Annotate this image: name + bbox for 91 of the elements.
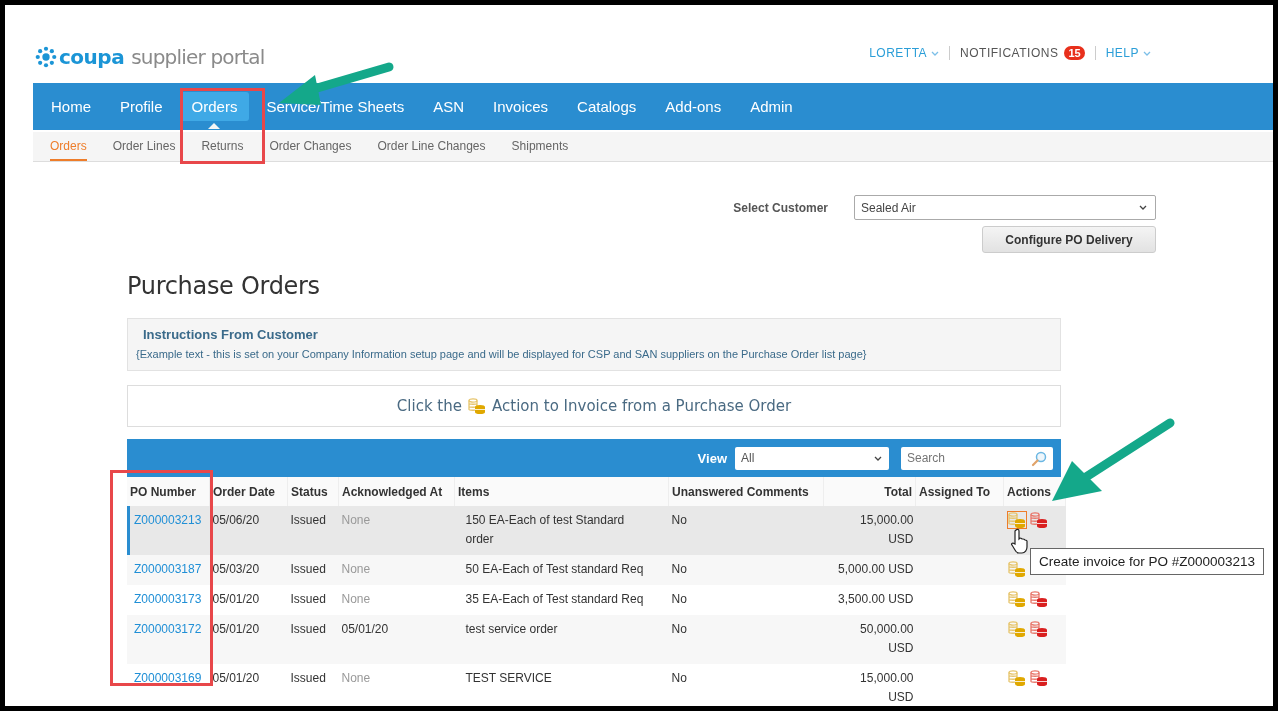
hint-text: Click the [396,397,462,415]
column-header[interactable]: Total [823,477,916,506]
table-cell: 50 EA-Each of Test standard Req [465,562,644,576]
create-invoice-icon[interactable] [1006,590,1027,608]
table-cell: 15,000.00 USD [860,513,914,546]
flip-invoice-icon[interactable] [1028,590,1049,608]
nav-tab[interactable]: Add-ons [653,92,734,121]
field-label: Select Customer [733,200,828,215]
nav-tab[interactable]: Profile [108,92,175,121]
subnav-tab[interactable]: Order Changes [269,132,352,161]
coins-icon [468,398,486,414]
flip-invoice-icon[interactable] [1028,620,1049,638]
view-label: View [697,450,727,466]
create-invoice-icon[interactable] [1006,560,1027,578]
nav-tab[interactable]: Admin [738,92,805,121]
instructions-title: Instructions From Customer [143,327,319,342]
customer-select[interactable]: Sealed Air [854,195,1156,220]
logo-icon [35,46,57,68]
subnav-tab[interactable]: Shipments [511,132,569,161]
search-field[interactable]: Search [901,446,1053,470]
create-invoice-icon[interactable] [1006,669,1027,687]
table-cell: TEST SERVICE [465,671,552,685]
create-invoice-icon[interactable] [1006,511,1027,529]
notification-count: 15 [1064,46,1085,60]
po-link[interactable]: Z000003173 [134,592,202,606]
column-header[interactable]: PO Number [127,477,210,506]
table-cell: 15,000.00 USD [860,671,914,704]
table-cell: None [341,671,371,685]
table-cell: No [671,562,687,576]
nav-tab[interactable]: Invoices [481,92,561,121]
table-cell: None [341,592,371,606]
table-row[interactable]: Z000003213 05/06/20 Issued None 150 EA-Each of test Standard order No 15,000.00 USD [127,506,1066,555]
nav-tab[interactable]: ASN [421,92,477,121]
table-cell: 3,500.00 USD [838,592,914,606]
table-cell: 150 EA-Each of test Standard order [465,513,625,546]
table-cell: 05/01/20 [212,592,260,606]
column-header[interactable]: Items [454,477,669,506]
table-cell: Issued [290,513,326,527]
table-cell: 05/01/20 [341,622,389,636]
user-menu[interactable]: LORETTA [869,46,940,60]
table-cell: 35 EA-Each of Test standard Req [465,592,644,606]
table-cell: 05/01/20 [212,622,260,636]
table-cell: 05/06/20 [212,513,260,527]
table-cell: 05/03/20 [212,562,260,576]
subnav-tab[interactable]: Returns [201,132,244,161]
table-cell: No [671,513,687,527]
flip-invoice-icon[interactable] [1028,669,1049,687]
notifications-link[interactable]: NOTIFICATIONS [960,46,1059,60]
nav-tab[interactable]: Service/Time Sheets [254,92,417,121]
table-cell: No [671,622,687,636]
table-cell: Issued [290,562,326,576]
table-cell: 5,000.00 USD [838,562,914,576]
configure-button[interactable]: Configure PO Delivery [982,226,1156,253]
table-cell: None [341,513,371,527]
create-invoice-icon[interactable] [1006,620,1027,638]
table-row[interactable]: Z000003172 05/01/20 Issued 05/01/20 test service order No 50,000.00 USD [127,615,1066,664]
tooltip: Create invoice for PO #Z000003213 [1030,548,1265,575]
view-select[interactable]: All [735,446,889,470]
table-cell: 05/01/20 [212,671,260,685]
chevron-icon [931,50,940,56]
table-cell: No [671,671,687,685]
help-menu[interactable]: HELP [1105,46,1151,60]
table-row[interactable]: Z000003173 05/01/20 Issued None 35 EA-Each of Test standard Req No 3,500.00 USD [127,585,1066,615]
column-header[interactable]: Assigned To [915,477,1004,506]
nav-tab[interactable]: Home [39,92,103,121]
subnav-tab[interactable]: Order Lines [112,132,176,161]
table-cell: No [671,592,687,606]
page-title: Purchase Orders [127,272,321,300]
hint-text: Action to Invoice from a Purchase Order [492,397,792,415]
column-header[interactable]: Acknowledged At [338,477,455,506]
subnav-tab[interactable]: Order Line Changes [377,132,486,161]
table-cell: Issued [290,592,326,606]
chevron-icon [874,455,882,461]
chevron-icon [1139,205,1147,210]
table-cell: None [341,562,371,576]
table-cell: 50,000.00 USD [860,622,914,655]
column-header[interactable]: Unanswered Comments [668,477,824,506]
nav-tab[interactable]: Catalogs [565,92,649,121]
po-link[interactable]: Z000003169 [134,671,202,685]
column-header[interactable]: Status [287,477,339,506]
hand-cursor-icon [1010,528,1030,554]
chevron-icon [1143,50,1151,56]
flip-invoice-icon[interactable] [1028,511,1049,529]
search-icon [1031,450,1047,467]
table-cell: Issued [290,671,326,685]
logo-product: supplier portal [131,45,265,69]
table-cell: Issued [290,622,326,636]
table-cell: test service order [465,622,558,636]
table-row[interactable]: Z000003169 05/01/20 Issued None TEST SERVICE No 15,000.00 USD [127,664,1066,706]
instructions-text: {Example text - this is set on your Company Information setup page and will be displayed for CSP and SAN suppliers on the Purchase Order list page} [136,348,868,360]
logo-brand: coupa [59,45,125,69]
